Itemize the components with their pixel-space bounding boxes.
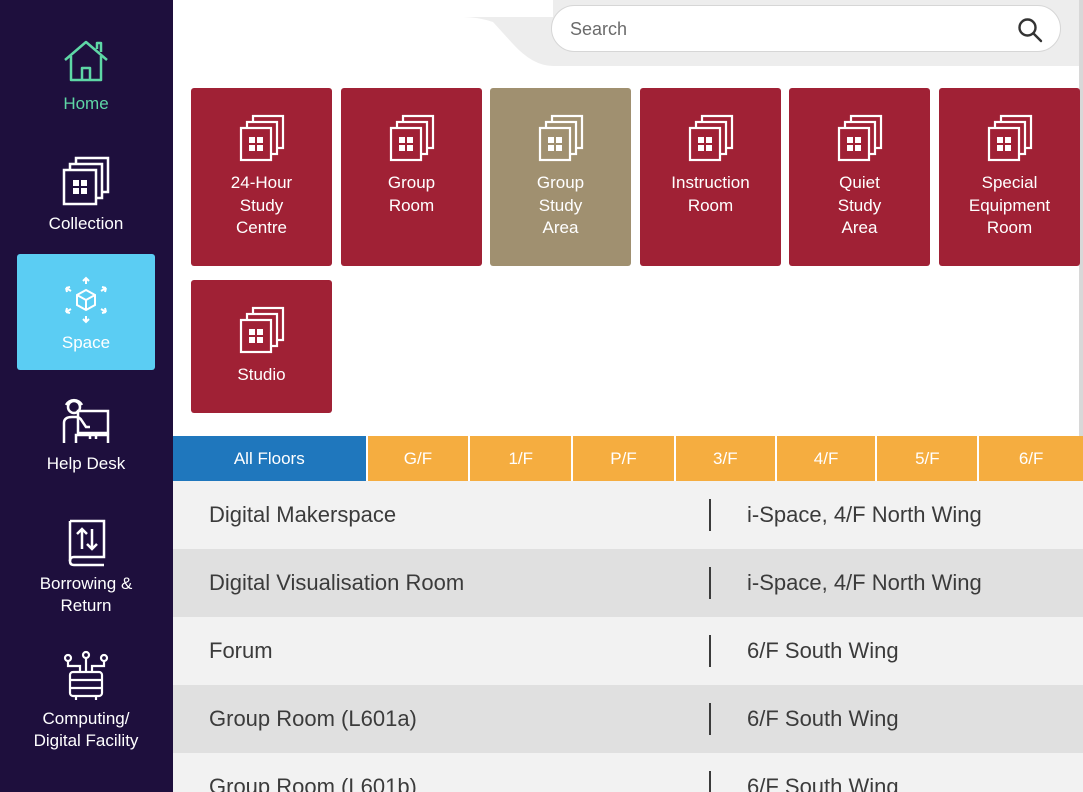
space-location: 6/F South Wing	[747, 638, 899, 663]
category-tile[interactable]: Group Room	[341, 88, 482, 266]
search-input[interactable]	[570, 14, 990, 44]
category-tile-label: Studio	[237, 365, 286, 384]
column-divider	[709, 635, 711, 667]
room-icon	[536, 114, 586, 164]
floor-tab[interactable]: 5/F	[877, 436, 978, 481]
room-icon	[686, 114, 736, 164]
space-row[interactable]: Group Room (L601b) 6/F South Wing	[173, 753, 1083, 792]
space-name: Digital Makerspace	[209, 502, 397, 527]
floor-tab[interactable]: P/F	[573, 436, 674, 481]
space-icon	[60, 274, 112, 326]
nav-space[interactable]: Space	[17, 254, 155, 370]
column-divider	[709, 567, 711, 599]
floor-tab[interactable]: 6/F	[979, 436, 1083, 481]
space-row[interactable]: Group Room (L601a) 6/F South Wing	[173, 685, 1083, 753]
space-location: 6/F South Wing	[747, 706, 899, 731]
nav-label: Help Desk	[46, 454, 126, 473]
floor-tab[interactable]: 1/F	[470, 436, 572, 481]
sidebar: Home Collection Space Help Desk Borrowin…	[0, 0, 173, 792]
column-divider	[709, 703, 711, 735]
floor-tab[interactable]: 4/F	[776, 436, 876, 481]
space-row[interactable]: Forum 6/F South Wing	[173, 617, 1083, 685]
borrowing-icon	[60, 515, 112, 567]
column-divider	[709, 771, 711, 792]
category-tile-label: Quiet Study Area	[837, 173, 882, 237]
home-icon	[60, 35, 112, 87]
search-icon[interactable]	[1016, 16, 1044, 44]
floor-tab[interactable]: All Floors	[173, 436, 366, 481]
column-divider	[709, 499, 711, 531]
space-location: i-Space, 4/F North Wing	[747, 502, 982, 527]
nav-label: Computing/ Digital Facility	[33, 709, 139, 750]
computing-icon	[60, 650, 112, 702]
space-location: 6/F South Wing	[747, 774, 899, 792]
space-name: Group Room (L601b)	[209, 774, 417, 792]
nav-borrowing-return[interactable]: Borrowing & Return	[17, 495, 155, 615]
nav-label: Collection	[48, 214, 124, 233]
room-icon	[835, 114, 885, 164]
category-tile-label: Special Equipment Room	[968, 173, 1051, 237]
room-icon	[237, 306, 287, 356]
space-name: Digital Visualisation Room	[209, 570, 465, 595]
space-name: Group Room (L601a)	[209, 706, 417, 731]
floor-filter-bar: All Floors G/F 1/F P/F 3/F 4/F 5/F 6/F	[173, 436, 1083, 481]
help-desk-icon	[60, 395, 112, 447]
category-tile-label: Group Room	[387, 173, 436, 215]
category-tile[interactable]: Group Study Area	[490, 88, 631, 266]
category-tile[interactable]: Special Equipment Room	[939, 88, 1080, 266]
category-tile[interactable]: Instruction Room	[640, 88, 781, 266]
nav-home[interactable]: Home	[17, 15, 155, 131]
category-tile[interactable]: 24-Hour Study Centre	[191, 88, 332, 266]
search-bar[interactable]	[551, 5, 1061, 52]
nav-collection[interactable]: Collection	[17, 135, 155, 251]
nav-label: Space	[61, 333, 111, 352]
category-tile[interactable]: Quiet Study Area	[789, 88, 930, 266]
category-tile-label: Group Study Area	[536, 173, 585, 237]
collection-icon	[60, 155, 112, 207]
nav-computing-digital-facility[interactable]: Computing/ Digital Facility	[17, 640, 155, 756]
category-tile-label: 24-Hour Study Centre	[230, 173, 293, 237]
nav-help-desk[interactable]: Help Desk	[17, 375, 155, 491]
category-tile[interactable]: Studio	[191, 280, 332, 413]
space-name: Forum	[209, 638, 273, 663]
category-tile-label: Instruction Room	[671, 173, 750, 215]
floor-tab[interactable]: 3/F	[675, 436, 775, 481]
space-row[interactable]: Digital Makerspace i-Space, 4/F North Win…	[173, 481, 1083, 549]
room-icon	[387, 114, 437, 164]
space-row[interactable]: Digital Visualisation Room i-Space, 4/F N…	[173, 549, 1083, 617]
floor-tab[interactable]: G/F	[367, 436, 469, 481]
room-icon	[237, 114, 287, 164]
nav-label: Home	[63, 94, 109, 113]
room-icon	[985, 114, 1035, 164]
nav-label: Borrowing & Return	[39, 574, 133, 615]
space-location: i-Space, 4/F North Wing	[747, 570, 982, 595]
